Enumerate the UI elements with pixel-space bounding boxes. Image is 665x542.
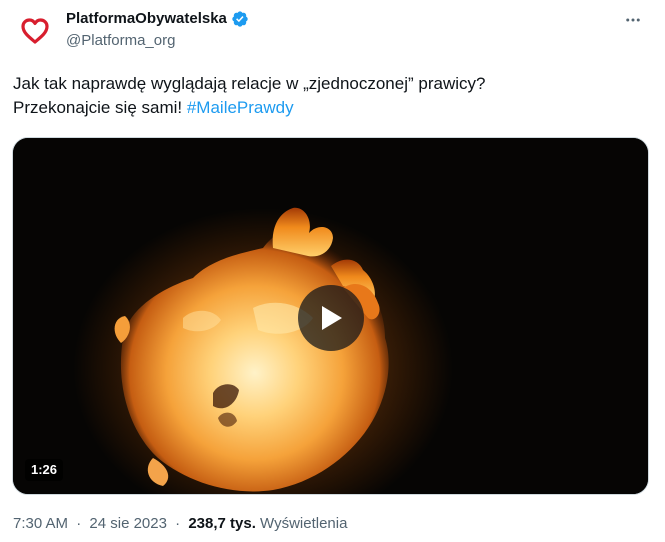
- video-duration-badge: 1:26: [25, 459, 64, 481]
- tweet-meta: 7:30 AM · 24 sie 2023 · 238,7 tys. Wyświ…: [13, 514, 347, 534]
- play-icon: [322, 306, 342, 330]
- views-label: Wyświetlenia: [260, 515, 348, 532]
- views-count[interactable]: 238,7 tys.: [188, 515, 256, 532]
- more-options-icon: [626, 18, 640, 22]
- hashtag-link[interactable]: #MailePrawdy: [187, 98, 294, 117]
- tweet-text: Jak tak naprawdę wyglądają relacje w „zj…: [13, 72, 653, 120]
- avatar[interactable]: [12, 8, 58, 54]
- author-display-name[interactable]: PlatformaObywatelska: [66, 9, 227, 29]
- author-block: PlatformaObywatelska @Platforma_org: [66, 9, 249, 51]
- tweet-date[interactable]: 24 sie 2023: [89, 515, 167, 532]
- heart-logo-icon: [21, 18, 49, 44]
- meta-separator: ·: [76, 515, 82, 532]
- video-player[interactable]: 1:26: [12, 137, 649, 495]
- tweet-text-line2: Przekonajcie się sami!: [13, 98, 187, 117]
- more-options-button[interactable]: [621, 8, 645, 32]
- tweet-text-line1: Jak tak naprawdę wyglądają relacje w „zj…: [13, 74, 486, 93]
- tweet-time[interactable]: 7:30 AM: [13, 515, 68, 532]
- play-button[interactable]: [298, 285, 364, 351]
- meta-separator-2: ·: [175, 515, 181, 532]
- tweet-card: PlatformaObywatelska @Platforma_org Jak …: [0, 0, 665, 542]
- author-handle[interactable]: @Platforma_org: [66, 31, 249, 51]
- verified-badge-icon: [232, 11, 248, 27]
